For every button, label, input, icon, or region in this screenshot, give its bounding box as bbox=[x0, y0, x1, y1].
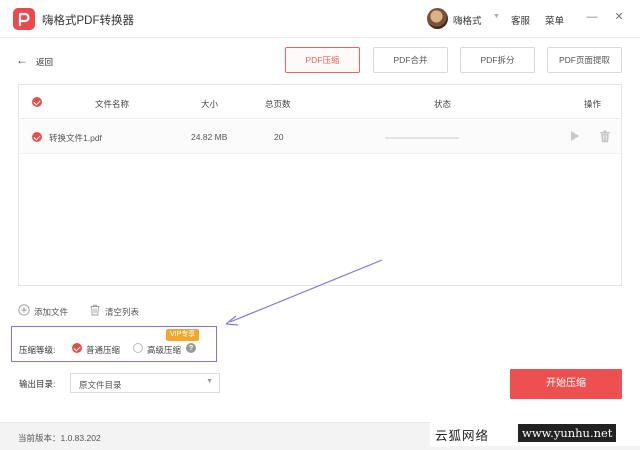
row-checkbox[interactable] bbox=[32, 132, 42, 142]
user-name[interactable]: 嗨格式 bbox=[453, 13, 482, 27]
option-advanced-compression[interactable]: 高级压缩 bbox=[147, 344, 181, 356]
file-pages: 20 bbox=[274, 132, 284, 142]
help-icon[interactable]: ? bbox=[186, 343, 196, 353]
column-header-status: 状态 bbox=[434, 99, 452, 109]
start-compress-button[interactable]: 开始压缩 bbox=[510, 369, 622, 399]
compression-level-label: 压缩等级: bbox=[19, 345, 56, 355]
title-bar: 嗨格式PDF转换器 嗨格式 ▼ 客服 菜单 — ✕ bbox=[0, 0, 640, 38]
tab-pdf-merge[interactable]: PDF合并 bbox=[373, 47, 448, 73]
watermark-url: www.yunhu.net bbox=[518, 424, 617, 442]
option-normal-compression[interactable]: 普通压缩 bbox=[86, 344, 120, 356]
avatar[interactable] bbox=[427, 8, 448, 29]
status-progress-bar bbox=[385, 137, 459, 139]
close-icon[interactable]: ✕ bbox=[612, 10, 626, 24]
column-header-pages: 总页数 bbox=[265, 99, 291, 109]
watermark: 云狐网络 www.yunhu.net bbox=[430, 420, 640, 446]
minimize-icon[interactable]: — bbox=[585, 10, 599, 24]
plus-circle-icon bbox=[18, 304, 30, 318]
column-header-name: 文件名称 bbox=[95, 99, 130, 109]
play-icon[interactable] bbox=[571, 131, 579, 141]
file-name: 转换文件1.pdf bbox=[49, 133, 102, 143]
tab-pdf-page-extract[interactable]: PDF页面提取 bbox=[547, 47, 622, 73]
service-link[interactable]: 客服 bbox=[511, 13, 530, 27]
radio-normal-compression[interactable] bbox=[72, 343, 82, 353]
chevron-down-icon[interactable]: ▼ bbox=[493, 13, 500, 20]
tab-pdf-split[interactable]: PDF拆分 bbox=[460, 47, 535, 73]
table-row[interactable]: 转换文件1.pdf 24.82 MB 20 bbox=[19, 120, 621, 154]
app-logo-icon bbox=[13, 8, 35, 30]
back-label: 返回 bbox=[36, 57, 54, 67]
menu-link[interactable]: 菜单 bbox=[545, 13, 564, 27]
version-text: 当前版本：1.0.83.202 bbox=[18, 433, 101, 443]
trash-outline-icon bbox=[89, 304, 101, 318]
radio-advanced-compression[interactable] bbox=[133, 343, 143, 353]
column-header-size: 大小 bbox=[201, 99, 219, 109]
select-all-checkbox[interactable] bbox=[32, 97, 42, 107]
vip-badge: VIP专享 bbox=[166, 329, 200, 341]
tab-pdf-compress[interactable]: PDF压缩 bbox=[285, 47, 360, 73]
clear-list-label: 清空列表 bbox=[105, 307, 140, 317]
watermark-text: 云狐网络 bbox=[435, 428, 490, 443]
arrow-left-icon: ← bbox=[16, 53, 28, 67]
table-header: 文件名称 大小 总页数 状态 操作 bbox=[19, 85, 621, 119]
app-title: 嗨格式PDF转换器 bbox=[42, 15, 134, 27]
output-dir-label: 输出目录: bbox=[19, 379, 56, 389]
column-header-actions: 操作 bbox=[584, 99, 602, 109]
output-dir-value: 原文件目录 bbox=[79, 380, 122, 390]
chevron-down-icon: ▼ bbox=[206, 378, 213, 385]
trash-icon[interactable] bbox=[599, 130, 611, 143]
output-dir-select[interactable]: 原文件目录 ▼ bbox=[70, 373, 220, 393]
file-table: 文件名称 大小 总页数 状态 操作 转换文件1.pdf 24.82 MB 20 bbox=[18, 84, 622, 286]
add-file-label: 添加文件 bbox=[34, 307, 69, 317]
file-size: 24.82 MB bbox=[191, 132, 228, 142]
